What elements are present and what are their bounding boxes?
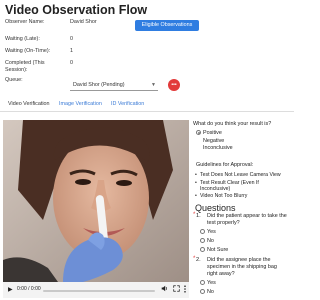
- result-option-positive[interactable]: Positive: [196, 130, 222, 136]
- q2-option-no[interactable]: No: [200, 289, 214, 295]
- required-asterisk-icon: *: [193, 212, 196, 218]
- guideline-item: Test Result Clear (Even If: [195, 180, 259, 186]
- tab-video-verification[interactable]: Video Verification: [8, 101, 50, 107]
- radio-checked-icon: [196, 130, 201, 135]
- q2-option-yes[interactable]: Yes: [200, 280, 216, 286]
- guideline-item: Test Does Not Leave Camera View: [195, 172, 281, 178]
- completed-label-line2: Session):: [5, 66, 28, 73]
- tab-image-verification[interactable]: Image Verification: [59, 101, 102, 107]
- question-2-line2: specimen in the shipping bag: [207, 264, 277, 270]
- more-vertical-icon[interactable]: [183, 285, 187, 295]
- queue-label: Queue:: [5, 77, 23, 83]
- waiting-ontime-value: 1: [70, 48, 73, 54]
- radio-unchecked-icon: [200, 280, 205, 285]
- question-1-line1: Did the patient appear to take the: [207, 213, 287, 219]
- play-icon[interactable]: ▶: [8, 286, 13, 293]
- guideline-item-continued: Inconclusive): [200, 186, 231, 192]
- video-time: 0:00 / 0:00: [17, 286, 41, 292]
- tab-id-verification[interactable]: ID Verification: [111, 101, 144, 107]
- page-title: Video Observation Flow: [5, 3, 148, 17]
- radio-unchecked-icon: [200, 238, 205, 243]
- result-question: What do you think your result is?: [193, 121, 272, 127]
- q1-option-yes[interactable]: Yes: [200, 229, 216, 235]
- queue-selected-value: David Shor (Pending): [73, 82, 125, 88]
- video-player[interactable]: ▶ 0:00 / 0:00: [3, 120, 189, 298]
- q1-option-no[interactable]: No: [200, 238, 214, 244]
- q1-option-not-sure[interactable]: Not Sure: [200, 247, 228, 253]
- completed-label-line1: Completed (This: [5, 60, 45, 66]
- question-2-line3: right away?: [207, 271, 235, 277]
- observer-name-label: Observer Name:: [5, 19, 45, 25]
- required-asterisk-icon: *: [193, 256, 196, 262]
- completed-value: 0: [70, 60, 73, 66]
- fullscreen-icon[interactable]: [173, 285, 180, 294]
- question-2-line1: Did the assignee place the: [207, 257, 271, 263]
- video-progress-track[interactable]: [43, 289, 155, 292]
- question-1-line2: test properly?: [207, 220, 240, 226]
- queue-select[interactable]: David Shor (Pending) ▼: [70, 80, 158, 91]
- verification-tabs: Video Verification Image Verification ID…: [0, 100, 294, 112]
- radio-unchecked-icon: [200, 229, 205, 234]
- waiting-ontime-label: Waiting (On-Time):: [5, 48, 51, 54]
- chevron-down-icon: ▼: [151, 82, 156, 88]
- eligible-observations-button[interactable]: Eligible Observations: [135, 20, 199, 31]
- waiting-late-label: Waiting (Late):: [5, 36, 40, 42]
- video-controls: ▶ 0:00 / 0:00: [3, 282, 189, 298]
- guideline-item: Video Not Too Blurry: [195, 193, 247, 199]
- waiting-late-value: 0: [70, 36, 73, 42]
- radio-unchecked-icon: [200, 247, 205, 252]
- radio-unchecked-icon: [200, 289, 205, 294]
- observer-name-value: David Shor: [70, 19, 97, 25]
- video-frame-image: [3, 120, 189, 282]
- guidelines-title: Guidelines for Approval:: [196, 162, 254, 168]
- result-option-negative[interactable]: Negative: [196, 138, 224, 144]
- question-1-number: 1.: [196, 213, 201, 219]
- questions-title: Questions: [195, 203, 236, 213]
- question-2-number: 2.: [196, 257, 201, 263]
- result-option-inconclusive[interactable]: Inconclusive: [196, 145, 233, 151]
- volume-icon[interactable]: [161, 285, 168, 294]
- queue-options-badge[interactable]: •••: [168, 79, 180, 91]
